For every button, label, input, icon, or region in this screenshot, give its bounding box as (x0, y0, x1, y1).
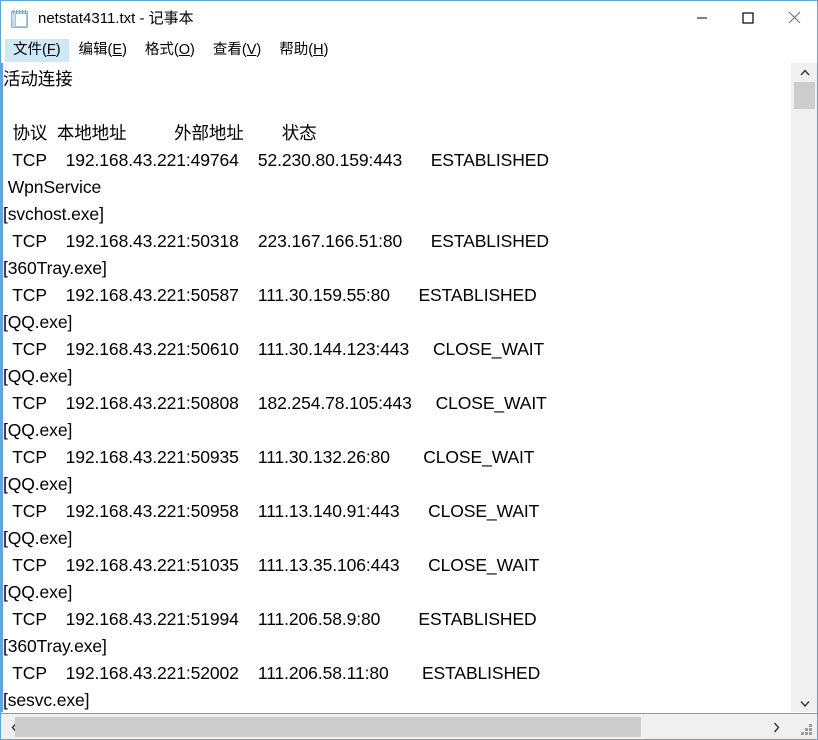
vertical-scrollbar[interactable] (790, 63, 817, 712)
horizontal-scrollbar[interactable] (1, 713, 817, 739)
document-line: [360Tray.exe] (3, 636, 107, 656)
menu-item-help[interactable]: 帮助(H) (271, 39, 336, 62)
document-line: 活动连接 (3, 69, 73, 89)
menu-item-edit[interactable]: 编辑(E) (71, 39, 135, 62)
document-line: [360Tray.exe] (3, 258, 107, 278)
document-line: [svchost.exe] (3, 204, 104, 224)
scroll-up-button[interactable] (791, 63, 817, 81)
document-line: [sesvc.exe] (3, 690, 90, 710)
document-line: [QQ.exe] (3, 474, 73, 494)
menu-item-format[interactable]: 格式(O) (137, 39, 203, 62)
document-line: TCP 192.168.43.221:50318 223.167.166.51:… (3, 231, 549, 251)
document-line: TCP 192.168.43.221:50935 111.30.132.26:8… (3, 447, 535, 467)
document-line: [QQ.exe] (3, 528, 73, 548)
document-text: 活动连接 协议 本地地址 外部地址 状态 TCP 192.168.43.221:… (3, 63, 790, 711)
window-title: netstat4311.txt - 记事本 (38, 10, 194, 27)
editor-area: 活动连接 协议 本地地址 外部地址 状态 TCP 192.168.43.221:… (1, 63, 817, 739)
menu-bar: 文件(F) 编辑(E) 格式(O) 查看(V) 帮助(H) (1, 37, 817, 63)
document-line: TCP 192.168.43.221:52002 111.206.58.11:8… (3, 663, 541, 683)
chevron-up-icon (799, 68, 810, 75)
notepad-icon (10, 9, 30, 29)
menu-item-file[interactable]: 文件(F) (5, 38, 69, 62)
document-line: TCP 192.168.43.221:51035 111.13.35.106:4… (3, 555, 540, 575)
document-line: TCP 192.168.43.221:50610 111.30.144.123:… (3, 339, 545, 359)
title-bar[interactable]: netstat4311.txt - 记事本 (1, 1, 817, 37)
minimize-icon (697, 17, 707, 18)
window-controls (679, 1, 817, 37)
close-icon (788, 11, 800, 24)
menu-item-view[interactable]: 查看(V) (205, 39, 269, 62)
scroll-down-button[interactable] (791, 694, 817, 712)
document-line: [QQ.exe] (3, 420, 73, 440)
document-line: [QQ.exe] (3, 366, 73, 386)
document-line: [QQ.exe] (3, 312, 73, 332)
text-editor[interactable]: 活动连接 协议 本地地址 外部地址 状态 TCP 192.168.43.221:… (3, 63, 790, 711)
vertical-scroll-thumb[interactable] (794, 82, 815, 109)
document-line: TCP 192.168.43.221:50587 111.30.159.55:8… (3, 285, 537, 305)
notepad-window: netstat4311.txt - 记事本 文件(F) 编辑(E) 格式(O) … (0, 0, 818, 740)
document-line: WpnService (3, 177, 102, 197)
chevron-down-icon (799, 700, 810, 707)
resize-grip-icon[interactable] (799, 722, 815, 738)
document-line: TCP 192.168.43.221:50808 182.254.78.105:… (3, 393, 547, 413)
document-line: TCP 192.168.43.221:50958 111.13.140.91:4… (3, 501, 540, 521)
close-button[interactable] (771, 1, 817, 34)
maximize-button[interactable] (725, 1, 771, 34)
document-line: [QQ.exe] (3, 582, 73, 602)
document-line: TCP 192.168.43.221:51994 111.206.58.9:80… (3, 609, 537, 629)
document-line: TCP 192.168.43.221:49764 52.230.80.159:4… (3, 150, 549, 170)
document-line: 协议 本地地址 外部地址 状态 (3, 123, 317, 143)
maximize-icon (742, 11, 754, 24)
chevron-right-icon (773, 722, 780, 732)
scroll-right-button[interactable] (763, 714, 790, 739)
horizontal-scroll-thumb[interactable] (15, 717, 641, 737)
minimize-button[interactable] (679, 1, 725, 34)
